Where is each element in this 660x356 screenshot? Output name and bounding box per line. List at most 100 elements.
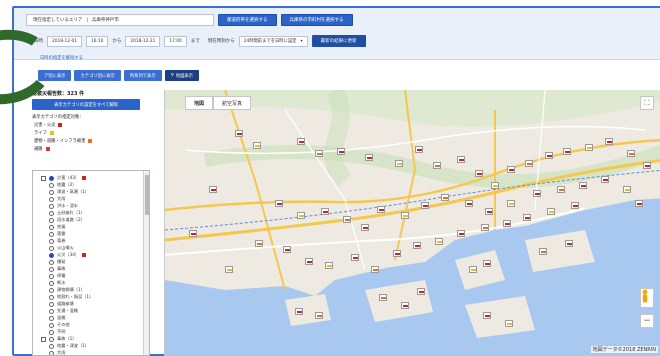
tree-radio[interactable]: [49, 343, 54, 349]
report-marker[interactable]: [305, 258, 313, 265]
tree-item[interactable]: 地割れ・陥没（1）: [49, 294, 93, 300]
tree-radio[interactable]: [49, 231, 54, 237]
tree-radio[interactable]: [49, 287, 54, 293]
to-time-input[interactable]: 17:00: [164, 35, 187, 47]
report-marker[interactable]: [623, 186, 631, 193]
report-marker[interactable]: [351, 254, 359, 261]
tree-radio[interactable]: [49, 238, 54, 244]
tree-scrollbar[interactable]: [143, 171, 149, 355]
report-marker[interactable]: [539, 248, 547, 255]
tree-checkbox[interactable]: [41, 336, 46, 342]
tree-item[interactable]: 落雷: [49, 231, 65, 237]
report-marker[interactable]: [315, 312, 323, 319]
report-marker[interactable]: [209, 186, 217, 193]
report-marker[interactable]: [401, 212, 409, 219]
tree-radio[interactable]: [49, 182, 54, 188]
report-marker[interactable]: [235, 130, 243, 137]
report-marker[interactable]: [413, 242, 421, 249]
report-marker[interactable]: [635, 200, 643, 207]
tree-radio[interactable]: [49, 273, 54, 279]
tree-radio[interactable]: [49, 210, 54, 216]
clear-categories-button[interactable]: 表示カテゴリの設定をすべて解除: [32, 99, 140, 110]
tree-radio[interactable]: [49, 350, 54, 355]
report-marker[interactable]: [295, 308, 303, 315]
tree-item[interactable]: 大雨: [49, 350, 65, 355]
select-city-button[interactable]: 兵庫県の市町村を選択する: [280, 14, 353, 26]
tree-radio[interactable]: [49, 217, 54, 223]
from-time-input[interactable]: 16:10: [85, 35, 109, 47]
tree-radio[interactable]: [49, 308, 54, 314]
report-marker[interactable]: [189, 230, 197, 237]
tree-item[interactable]: その他: [49, 322, 70, 328]
tree-item[interactable]: 地震（2）: [49, 182, 76, 188]
tree-item[interactable]: 地震・津波（1）: [49, 343, 89, 349]
report-marker[interactable]: [643, 162, 651, 169]
report-marker[interactable]: [415, 146, 423, 153]
report-marker[interactable]: [379, 294, 387, 301]
report-marker[interactable]: [401, 302, 409, 309]
tree-radio[interactable]: [49, 189, 54, 195]
tree-item[interactable]: 事故（1）: [41, 336, 76, 342]
report-marker[interactable]: [393, 250, 401, 257]
zoom-out-button[interactable]: −: [640, 314, 654, 328]
tree-item[interactable]: 突風: [49, 224, 65, 230]
tree-radio[interactable]: [49, 196, 54, 202]
report-marker[interactable]: [225, 266, 233, 273]
to-date-input[interactable]: 2018-12-21: [125, 35, 161, 47]
report-marker[interactable]: [365, 154, 373, 161]
tree-item[interactable]: 事故: [49, 266, 65, 272]
report-marker[interactable]: [545, 152, 553, 159]
report-marker[interactable]: [565, 240, 573, 247]
tree-radio[interactable]: [49, 301, 54, 307]
report-marker[interactable]: [563, 148, 571, 155]
report-marker[interactable]: [315, 150, 323, 157]
refresh-latest-button[interactable]: 最新の結果に更新: [311, 35, 366, 47]
report-marker[interactable]: [325, 262, 333, 269]
report-marker[interactable]: [571, 202, 579, 209]
report-marker[interactable]: [483, 260, 491, 267]
tab-category-view[interactable]: カテゴリ別に表示: [74, 70, 121, 81]
tree-item[interactable]: 洪水・浸水: [49, 203, 78, 209]
tree-radio[interactable]: [49, 266, 54, 272]
report-marker[interactable]: [507, 200, 515, 207]
report-marker[interactable]: [343, 216, 351, 223]
report-marker[interactable]: [469, 266, 477, 273]
tree-item[interactable]: 爆発: [49, 259, 65, 265]
report-marker[interactable]: [417, 288, 425, 295]
report-marker[interactable]: [523, 214, 531, 221]
report-marker[interactable]: [457, 230, 465, 237]
report-marker[interactable]: [371, 266, 379, 273]
report-marker[interactable]: [533, 190, 541, 197]
report-marker[interactable]: [465, 200, 473, 207]
tree-radio[interactable]: [49, 322, 54, 328]
tree-item[interactable]: 火災（34）: [49, 252, 87, 258]
tree-item[interactable]: 火山噴火: [49, 245, 74, 251]
report-marker[interactable]: [627, 150, 635, 157]
tab-map-view[interactable]: ⚲ 地図表示: [164, 70, 199, 81]
tree-item[interactable]: 竜巻: [49, 238, 65, 244]
report-marker[interactable]: [601, 176, 609, 183]
report-marker[interactable]: [605, 138, 613, 145]
tree-item[interactable]: 冠水道路（2）: [49, 217, 85, 223]
report-marker[interactable]: [361, 224, 369, 231]
report-marker[interactable]: [475, 170, 483, 177]
tree-item[interactable]: 建物倒壊（1）: [49, 287, 85, 293]
report-marker[interactable]: [253, 142, 261, 149]
tree-item[interactable]: 混雑: [49, 315, 65, 321]
map-type-map[interactable]: 地図: [185, 96, 214, 110]
report-marker[interactable]: [421, 202, 429, 209]
tree-item[interactable]: 土砂崩れ（1）: [49, 210, 85, 216]
pegman-icon[interactable]: [640, 288, 654, 308]
report-marker[interactable]: [525, 160, 533, 167]
tree-radio[interactable]: [49, 336, 54, 342]
tree-radio[interactable]: [49, 315, 54, 321]
tree-checkbox[interactable]: [41, 175, 46, 181]
report-marker[interactable]: [503, 220, 511, 227]
tree-item[interactable]: 不明: [49, 329, 65, 335]
report-marker[interactable]: [579, 182, 587, 189]
report-marker[interactable]: [485, 208, 493, 215]
report-marker[interactable]: [321, 208, 329, 215]
report-marker[interactable]: [441, 194, 449, 201]
tab-timeline-view[interactable]: 時系列で表示: [123, 70, 162, 81]
report-marker[interactable]: [395, 160, 403, 167]
